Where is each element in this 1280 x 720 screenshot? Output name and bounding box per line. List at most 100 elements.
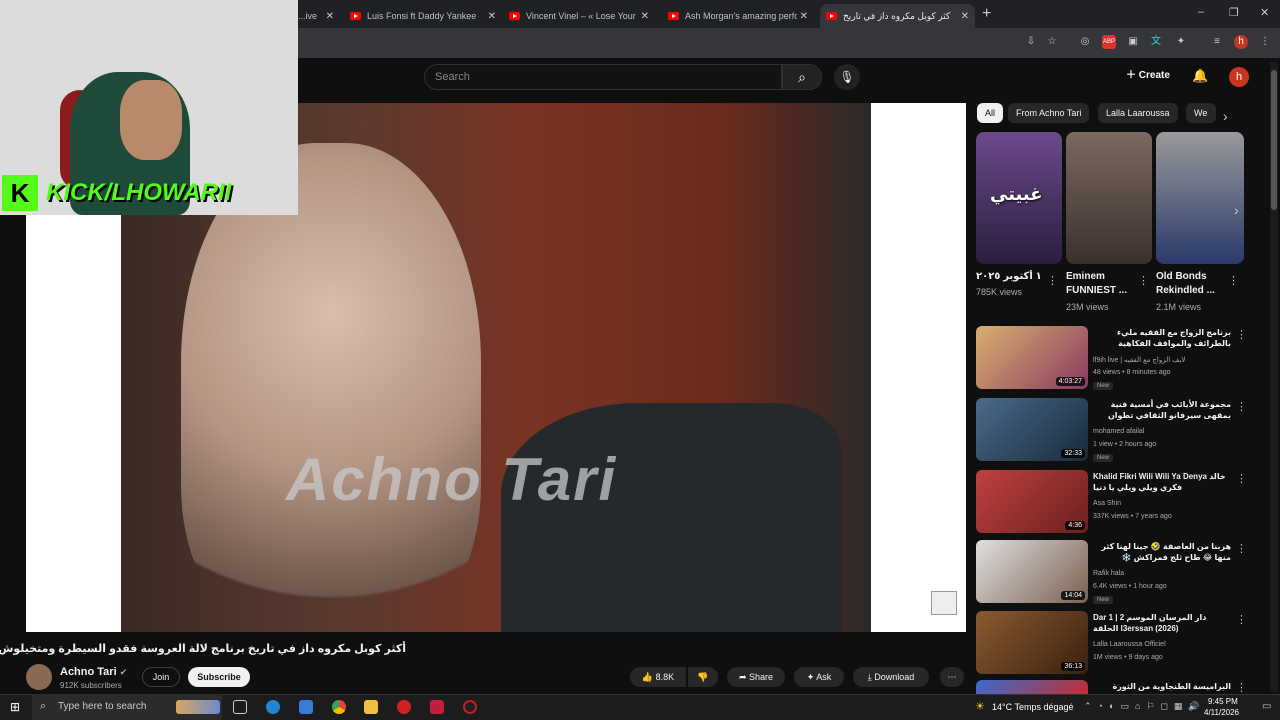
more-options-icon[interactable]: ⋮ xyxy=(1236,681,1247,694)
avatar[interactable]: h xyxy=(1229,67,1249,87)
short-title[interactable]: ١ أكتوبر ٢٠٢٥ xyxy=(976,270,1046,284)
adblock-icon[interactable]: ABP xyxy=(1102,35,1116,49)
search-input[interactable]: Search xyxy=(424,64,782,90)
extension-icon[interactable]: ▣ xyxy=(1126,35,1140,49)
scrollbar-thumb[interactable] xyxy=(1271,70,1277,210)
more-options-icon[interactable]: ⋮ xyxy=(1138,274,1149,287)
system-tray-icons[interactable]: ⌃◔◐▭⌂⚐◻▦🔊 xyxy=(1084,701,1206,712)
video-thumbnail[interactable]: 4:36 xyxy=(976,470,1088,533)
ask-button[interactable]: ✦ Ask xyxy=(794,667,844,687)
clock-time[interactable]: 9:45 PM xyxy=(1208,697,1238,706)
notifications-bell-icon[interactable]: 🔔 xyxy=(1192,68,1208,84)
short-title[interactable]: Eminem FUNNIEST ... xyxy=(1066,270,1136,298)
edge-browser-icon[interactable] xyxy=(266,700,280,714)
channel-name[interactable]: Achno Tari ✔ xyxy=(60,666,127,678)
short-thumbnail[interactable]: غبيتي xyxy=(976,132,1062,264)
new-badge: New xyxy=(1093,454,1114,462)
browser-tab-active[interactable]: أكثر كوبل مكروه داز في تاريخ ✕ xyxy=(820,4,975,28)
create-button[interactable]: ＋ Create xyxy=(1120,66,1176,86)
video-thumbnail[interactable]: 32:33 xyxy=(976,398,1088,461)
browser-tab[interactable]: Luis Fonsi ft Daddy Yankee – De ✕ xyxy=(346,4,502,28)
video-meta: 1M views • 9 days ago xyxy=(1093,654,1163,661)
browser-tab[interactable]: Vincent Vinel – « Lose Yourself ✕ xyxy=(505,4,655,28)
more-options-icon[interactable]: ⋮ xyxy=(1236,472,1247,485)
short-thumbnail[interactable] xyxy=(1156,132,1244,264)
reading-list-icon[interactable]: ≡ xyxy=(1210,35,1224,49)
windows-start-icon[interactable]: ⊞ xyxy=(10,700,20,714)
weather-text[interactable]: 14°C Temps dégagé xyxy=(992,702,1074,712)
channel-name[interactable]: Asa Shin xyxy=(1093,500,1121,507)
video-thumbnail[interactable]: 14:04 xyxy=(976,540,1088,603)
close-icon[interactable]: ✕ xyxy=(961,11,969,22)
video-subject xyxy=(181,143,481,632)
browser-tab[interactable]: ...ive o ✕ xyxy=(298,4,340,28)
video-title[interactable]: البراميسة الطنجاوية من الثورة فالتيك توك xyxy=(1093,681,1231,693)
search-highlight-icon[interactable] xyxy=(176,700,220,714)
minimize-button[interactable]: – xyxy=(1198,6,1204,18)
app-icon[interactable] xyxy=(430,700,444,714)
video-title[interactable]: Dar 1 دار المرسان الموسم 2 | الحلقة l3er… xyxy=(1093,612,1231,634)
task-view-icon[interactable] xyxy=(233,700,247,714)
obs-icon[interactable] xyxy=(397,700,411,714)
close-icon[interactable]: ✕ xyxy=(488,11,496,22)
extension-icon[interactable]: ◎ xyxy=(1078,35,1092,49)
video-title[interactable]: هربنا من العاصفة 🤣 جينا لهنا كثر منها 😂 … xyxy=(1093,541,1231,563)
video-thumbnail[interactable]: 36:13 xyxy=(976,611,1088,674)
outlook-icon[interactable] xyxy=(299,700,313,714)
like-button[interactable]: 👍 8.8K xyxy=(630,667,686,687)
chip-lalla-laaroussa[interactable]: Lalla Laaroussa xyxy=(1098,103,1178,123)
close-window-button[interactable]: ✕ xyxy=(1260,6,1269,19)
file-explorer-icon[interactable] xyxy=(364,700,378,714)
video-thumbnail[interactable] xyxy=(976,680,1088,694)
close-icon[interactable]: ✕ xyxy=(641,11,649,22)
more-options-icon[interactable]: ⋮ xyxy=(1047,274,1058,287)
close-icon[interactable]: ✕ xyxy=(326,11,334,22)
tab-title: Ash Morgan's amazing perform xyxy=(685,11,797,21)
chip-more[interactable]: We xyxy=(1186,103,1216,123)
video-thumbnail[interactable]: 4:03:27 xyxy=(976,326,1088,389)
install-icon[interactable]: ⇩ xyxy=(1024,35,1038,49)
menu-kebab-icon[interactable]: ⋮ xyxy=(1258,35,1272,49)
microphone-icon[interactable]: 🎙 xyxy=(834,64,860,90)
app-icon[interactable] xyxy=(463,700,477,714)
short-thumbnail[interactable] xyxy=(1066,132,1152,264)
duration-badge: 4:03:27 xyxy=(1055,377,1085,386)
bookmark-star-icon[interactable]: ☆ xyxy=(1045,35,1059,49)
channel-avatar[interactable] xyxy=(26,664,52,690)
channel-logo-watermark[interactable] xyxy=(931,591,957,615)
share-button[interactable]: ➦ Share xyxy=(727,667,785,687)
short-title[interactable]: Old Bonds Rekindled ... xyxy=(1156,270,1226,298)
more-options-icon[interactable]: ⋮ xyxy=(1236,328,1247,341)
download-button[interactable]: ⤓ Download xyxy=(853,667,929,687)
more-options-icon[interactable]: ⋮ xyxy=(1236,613,1247,626)
maximize-button[interactable]: ❐ xyxy=(1229,6,1239,19)
chip-from-channel[interactable]: From Achno Tari xyxy=(1008,103,1090,123)
more-actions-button[interactable]: ⋯ xyxy=(940,667,964,687)
chevron-right-icon[interactable]: › xyxy=(1223,108,1228,124)
chevron-right-icon[interactable]: › xyxy=(1234,202,1239,218)
more-options-icon[interactable]: ⋮ xyxy=(1228,274,1239,287)
new-tab-button[interactable]: + xyxy=(982,5,991,23)
more-options-icon[interactable]: ⋮ xyxy=(1236,542,1247,555)
channel-name[interactable]: Lalla Laaroussa Officiel xyxy=(1093,641,1166,648)
channel-name[interactable]: mohamed afailal xyxy=(1093,428,1144,435)
channel-name[interactable]: Rafik hala xyxy=(1093,570,1124,577)
close-icon[interactable]: ✕ xyxy=(800,11,808,22)
chrome-icon[interactable] xyxy=(332,700,346,714)
notifications-icon[interactable]: ▭ xyxy=(1262,701,1271,712)
subscribe-button[interactable]: Subscribe xyxy=(188,667,250,687)
clock-date[interactable]: 4/11/2026 xyxy=(1204,708,1239,717)
profile-icon[interactable]: h xyxy=(1234,35,1248,49)
translate-icon[interactable]: 文 xyxy=(1149,35,1163,49)
search-icon[interactable]: ⌕ xyxy=(782,64,822,90)
dislike-button[interactable]: 👎 xyxy=(688,667,718,687)
chip-all[interactable]: All xyxy=(977,103,1004,123)
join-button[interactable]: Join xyxy=(142,667,180,687)
video-title[interactable]: Khalid Fikri Wili Wili Ya Denya خالد فكر… xyxy=(1093,471,1231,493)
video-title[interactable]: مجموعة الأيائب في أمسية فنية بمقهى سيرفا… xyxy=(1093,399,1231,421)
browser-tab[interactable]: Ash Morgan's amazing perform✕ xyxy=(664,4,814,28)
more-options-icon[interactable]: ⋮ xyxy=(1236,400,1247,413)
video-title[interactable]: برنامج الزواج مع الفقيه مليء بالطرائف وا… xyxy=(1093,327,1231,349)
extensions-puzzle-icon[interactable]: ✦ xyxy=(1174,35,1188,49)
channel-name[interactable]: lf9ih live | لايف الزواج مع الفقيه xyxy=(1093,356,1185,364)
